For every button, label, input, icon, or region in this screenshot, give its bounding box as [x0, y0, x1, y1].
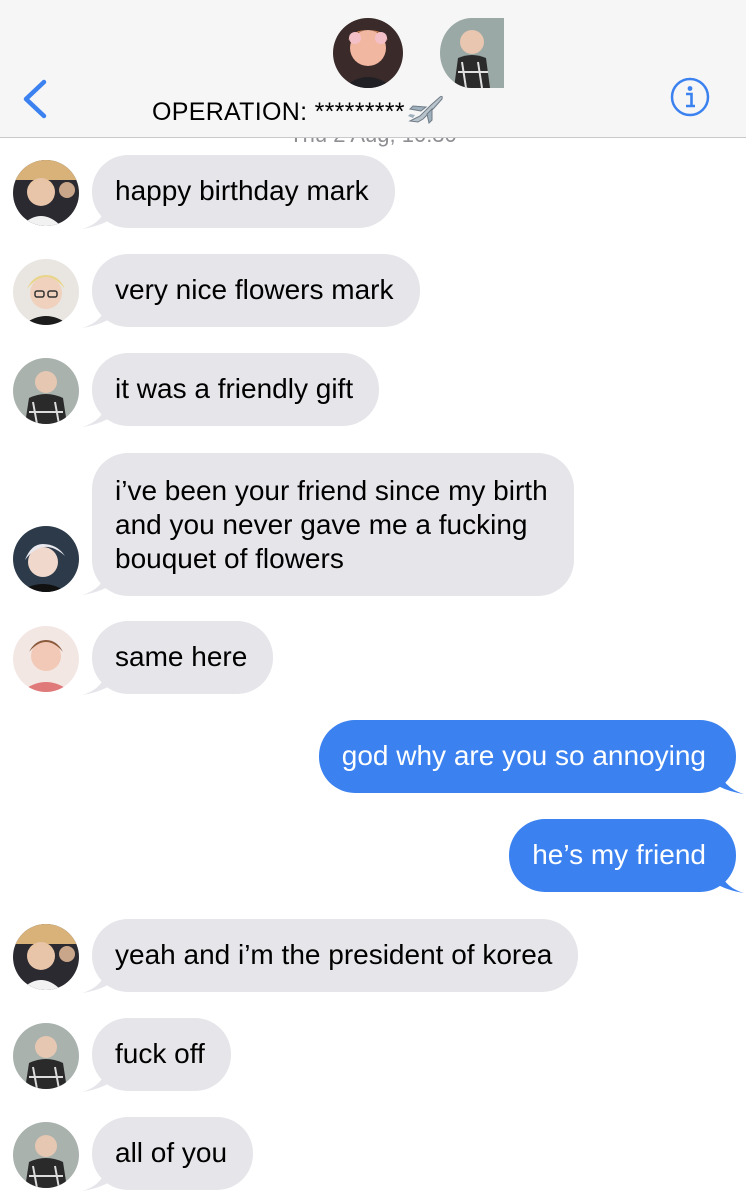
message-bubble-outgoing[interactable]: he’s my friend: [509, 819, 736, 892]
message-row: he’s my friend: [0, 819, 746, 895]
person-avatar-icon: [13, 526, 79, 592]
sender-avatar[interactable]: [13, 259, 79, 325]
message-row: god why are you so annoying: [0, 720, 746, 796]
sender-avatar[interactable]: [13, 1122, 79, 1188]
message-row: very nice flowers mark: [0, 254, 746, 330]
person-avatar-icon: [13, 626, 79, 692]
message-bubble-incoming[interactable]: very nice flowers mark: [92, 254, 420, 327]
sender-avatar[interactable]: [13, 526, 79, 592]
message-text: same here: [115, 641, 248, 672]
person-avatar-icon: [13, 259, 79, 325]
message-text-line: i’ve been your friend since my birth: [115, 475, 548, 506]
person-avatar-icon: [440, 18, 504, 88]
message-text: yeah and i’m the president of korea: [115, 939, 553, 970]
person-avatar-icon: [333, 18, 403, 88]
message-row: happy birthday mark: [0, 155, 746, 231]
message-bubble-incoming[interactable]: fuck off: [92, 1018, 231, 1091]
sender-avatar[interactable]: [13, 626, 79, 692]
message-bubble-incoming[interactable]: it was a friendly gift: [92, 353, 380, 426]
message-row: fuck off: [0, 1018, 746, 1094]
info-button[interactable]: [670, 77, 710, 117]
conversation-title-text: OPERATION: *********: [152, 98, 405, 126]
airplane-icon: [407, 95, 443, 124]
person-avatar-icon: [13, 358, 79, 424]
message-text-line: bouquet of flowers: [115, 543, 344, 574]
group-avatar-2[interactable]: [440, 18, 504, 88]
conversation-header: OPERATION: *********: [0, 0, 746, 138]
message-text: very nice flowers mark: [115, 274, 394, 305]
message-bubble-incoming[interactable]: i’ve been your friend since my birth and…: [92, 453, 574, 596]
sender-avatar[interactable]: [13, 924, 79, 990]
group-avatar-1[interactable]: [333, 18, 403, 88]
person-avatar-icon: [13, 924, 79, 990]
message-bubble-incoming[interactable]: all of you: [92, 1117, 254, 1190]
sender-avatar[interactable]: [13, 1023, 79, 1089]
message-bubble-outgoing[interactable]: god why are you so annoying: [318, 720, 736, 793]
message-row: all of you: [0, 1117, 746, 1193]
message-text: happy birthday mark: [115, 175, 369, 206]
info-icon: [670, 77, 710, 117]
sender-avatar[interactable]: [13, 358, 79, 424]
message-bubble-incoming[interactable]: happy birthday mark: [92, 155, 395, 228]
message-row: it was a friendly gift: [0, 353, 746, 429]
back-button[interactable]: [18, 78, 58, 120]
message-row: i’ve been your friend since my birth and…: [0, 453, 746, 598]
message-bubble-incoming[interactable]: same here: [92, 621, 274, 694]
sender-avatar[interactable]: [13, 160, 79, 226]
message-text: it was a friendly gift: [115, 373, 354, 404]
chevron-left-icon: [23, 79, 47, 119]
message-text-line: and you never gave me a fucking: [115, 509, 528, 540]
message-text: he’s my friend: [532, 839, 706, 870]
message-row: same here: [0, 621, 746, 697]
conversation-title[interactable]: OPERATION: *********: [152, 94, 445, 126]
person-avatar-icon: [13, 1023, 79, 1089]
message-text: god why are you so annoying: [341, 740, 706, 771]
person-avatar-icon: [13, 1122, 79, 1188]
person-avatar-icon: [13, 160, 79, 226]
message-row: yeah and i’m the president of korea: [0, 919, 746, 995]
message-text: fuck off: [115, 1038, 205, 1069]
message-bubble-incoming[interactable]: yeah and i’m the president of korea: [92, 919, 579, 992]
message-text: all of you: [115, 1137, 228, 1168]
